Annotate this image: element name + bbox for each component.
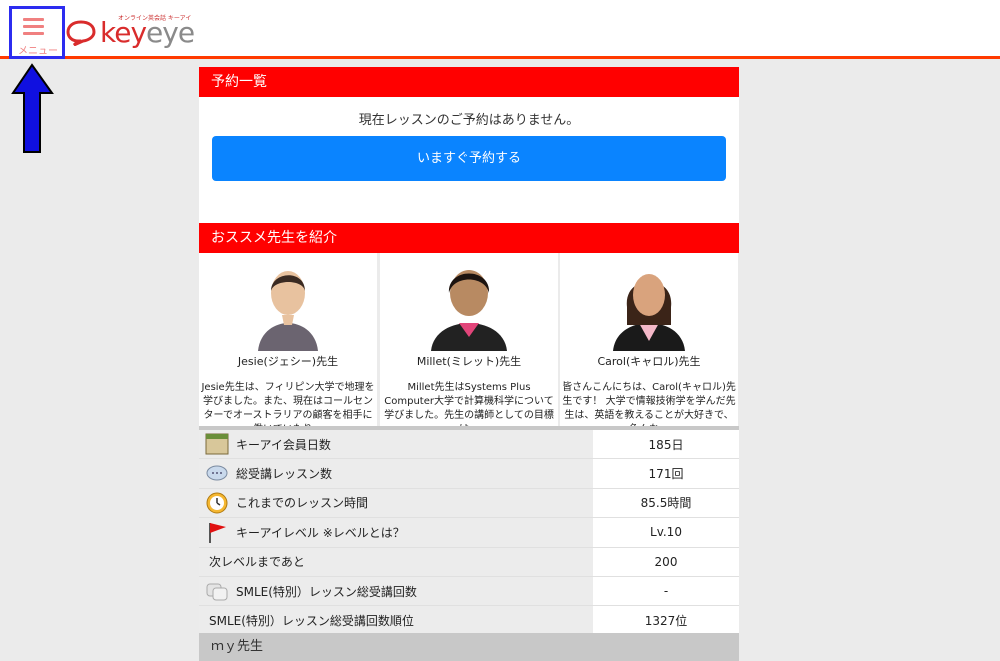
stat-label: SMLE(特別）レッスン総受講回数 [236, 584, 417, 599]
logo-wordmark: keyeye [100, 16, 195, 49]
clock-icon [206, 492, 228, 514]
stat-label: 総受講レッスン数 [236, 467, 333, 482]
keyeye-logo[interactable]: オンライン英会話 キーアイ keyeye [66, 12, 206, 52]
hamburger-icon [23, 18, 44, 39]
stat-row-smle-total: SMLE(特別）レッスン総受講回数 - [199, 576, 739, 607]
flag-icon [209, 523, 226, 544]
stat-value: - [593, 576, 739, 606]
stat-label: SMLE(特別）レッスン総受講回数順位 [209, 614, 414, 629]
teacher-name: Jesie(ジェシー)先生 [237, 355, 339, 368]
teacher-name: Carol(キャロル)先生 [597, 355, 701, 368]
stat-value: 85.5時間 [593, 488, 739, 518]
no-booking-message: 現在レッスンのご予約はありません。 [358, 113, 580, 128]
menu-button[interactable]: メニュー [9, 6, 65, 59]
stat-value: 1327位 [593, 606, 739, 635]
stat-label: これまでのレッスン時間 [236, 496, 369, 511]
teacher-card-millet[interactable]: Millet(ミレット)先生 Millet先生はSystems Plus Com… [380, 253, 558, 435]
stat-label: キーアイレベル ※レベルとは？ [236, 525, 405, 540]
teacher-card-jesie[interactable]: Jesie(ジェシー)先生 Jesie先生は、フィリピン大学で地理を学びました。… [199, 253, 377, 445]
stat-value: 200 [593, 547, 739, 576]
stat-row-total-lessons: 総受講レッスン数 171回 [199, 459, 739, 489]
stat-row-smle-rank: SMLE(特別）レッスン総受講回数順位 1327位 [199, 606, 739, 636]
booking-panel: 現在レッスンのご予約はありません。 いますぐ予約する [199, 97, 739, 223]
stat-value: 171回 [593, 459, 739, 488]
teacher-photo [238, 257, 338, 351]
stat-row-level[interactable]: キーアイレベル ※レベルとは？ Lv.10 [199, 518, 739, 548]
top-header: メニュー オンライン英会話 キーアイ keyeye [0, 0, 1000, 59]
chat-bubbles-icon [206, 465, 228, 481]
stat-row-member-days: キーアイ会員日数 185日 [199, 430, 739, 460]
booking-section-title: 予約一覧 [199, 67, 739, 97]
special-lesson-icon [206, 583, 228, 601]
stat-row-next-level: 次レベルまであと 200 [199, 547, 739, 577]
book-now-button[interactable]: いますぐ予約する [212, 136, 726, 181]
stat-label: キーアイ会員日数 [236, 437, 331, 452]
teacher-photo [419, 257, 519, 351]
stat-label: 次レベルまであと [209, 555, 305, 570]
stat-row-lesson-hours: これまでのレッスン時間 85.5時間 [199, 488, 739, 519]
teacher-photo [599, 257, 699, 351]
annotation-arrow-icon [11, 63, 54, 153]
member-stats-table: キーアイ会員日数 185日 総受講レッスン数 171回 これまでのレッスン時間 … [199, 426, 739, 636]
teacher-name: Millet(ミレット)先生 [416, 355, 522, 368]
teacher-card-carol[interactable]: Carol(キャロル)先生 皆さんこんにちは、Carol(キャロル)先生です！ … [560, 253, 738, 445]
main-content: 予約一覧 現在レッスンのご予約はありません。 いますぐ予約する おススメ先生を紹… [199, 67, 739, 448]
menu-label: メニュー [18, 46, 58, 57]
calendar-icon [205, 433, 229, 455]
my-teacher-section-title: ｍｙ先生 [199, 633, 739, 661]
stat-value: 185日 [593, 430, 739, 459]
teacher-list: Jesie(ジェシー)先生 Jesie先生は、フィリピン大学で地理を学びました。… [199, 253, 739, 448]
speech-bubble-logo-icon [66, 20, 96, 46]
stat-value: Lv.10 [593, 518, 739, 547]
recommend-section-title: おススメ先生を紹介 [199, 223, 739, 253]
